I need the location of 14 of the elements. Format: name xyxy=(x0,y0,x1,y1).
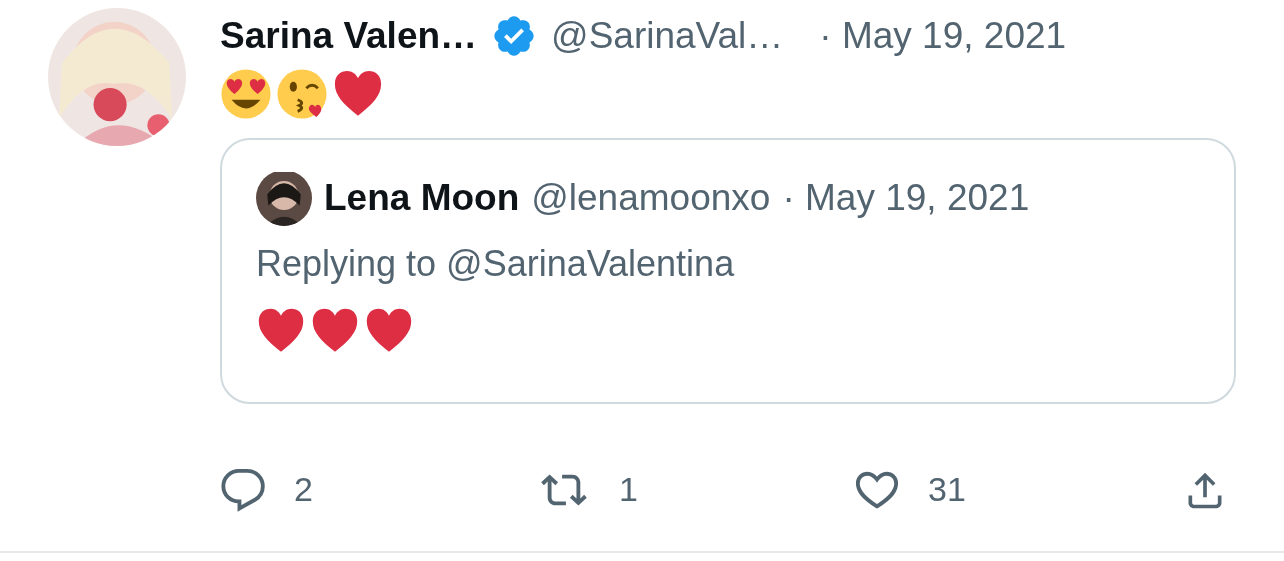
author-handle[interactable]: @lenamoonxo xyxy=(531,170,771,226)
quoted-tweet-card[interactable]: Lena Moon @lenamoonxo · May 19, 2021 Replying to @SarinaValentina xyxy=(220,138,1236,404)
action-count: 1 xyxy=(619,469,638,510)
heart-eyes-face-icon xyxy=(220,68,272,120)
tweet-date[interactable]: · May 19, 2021 xyxy=(782,170,1030,226)
author-handle[interactable]: @SarinaVal… xyxy=(551,8,784,64)
reply-icon[interactable] xyxy=(220,466,266,513)
action-count: 31 xyxy=(928,469,966,510)
reply-context: Replying to @SarinaValentina xyxy=(256,242,736,286)
tweet-date[interactable]: · May 19, 2021 xyxy=(819,8,1067,64)
kissing-face-icon xyxy=(276,68,328,120)
author-name[interactable]: Sarina Valen… xyxy=(220,8,478,64)
author-name[interactable]: Lena Moon xyxy=(324,170,520,226)
action-count: 2 xyxy=(294,469,313,510)
